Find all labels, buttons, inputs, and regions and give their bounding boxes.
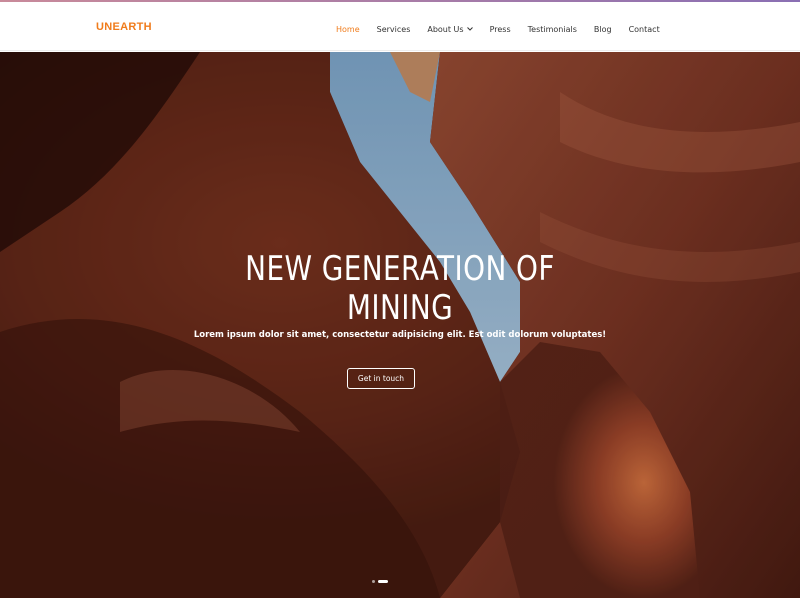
- nav-item-home[interactable]: Home: [336, 25, 360, 34]
- nav-item-testimonials[interactable]: Testimonials: [528, 25, 577, 34]
- nav-item-blog[interactable]: Blog: [594, 25, 612, 34]
- get-in-touch-button[interactable]: Get in touch: [347, 368, 415, 389]
- chevron-down-icon: [466, 27, 473, 31]
- nav-item-label: Blog: [593, 24, 612, 34]
- hero-title-line-1: NEW GENERATION OF: [245, 249, 555, 289]
- hero-slider: NEW GENERATION OF MINING Lorem ipsum dol…: [0, 52, 800, 598]
- hero-subtitle: Lorem ipsum dolor sit amet, consectetur …: [193, 330, 607, 340]
- nav-item-label: Contact: [628, 24, 660, 34]
- nav-item-label: About Us: [427, 24, 464, 34]
- hero-title: NEW GENERATION OF MINING: [195, 250, 605, 328]
- site-header: UNEARTH Home Services About Us Press Tes…: [0, 2, 800, 51]
- main-nav: Home Services About Us Press Testimonial…: [336, 22, 660, 36]
- nav-item-contact[interactable]: Contact: [629, 25, 660, 34]
- slider-dot-2[interactable]: [378, 579, 388, 583]
- hero-title-line-2: MINING: [346, 288, 454, 328]
- nav-item-label: Services: [376, 24, 411, 34]
- nav-item-label: Home: [336, 24, 360, 34]
- nav-item-services[interactable]: Services: [377, 25, 411, 34]
- nav-item-about-us[interactable]: About Us: [427, 24, 473, 34]
- slider-dot-1[interactable]: [372, 579, 375, 583]
- slider-pagination: [372, 579, 388, 583]
- nav-item-press[interactable]: Press: [490, 25, 511, 34]
- site-logo[interactable]: UNEARTH: [96, 21, 152, 33]
- nav-item-label: Press: [489, 24, 511, 34]
- nav-item-label: Testimonials: [527, 24, 577, 34]
